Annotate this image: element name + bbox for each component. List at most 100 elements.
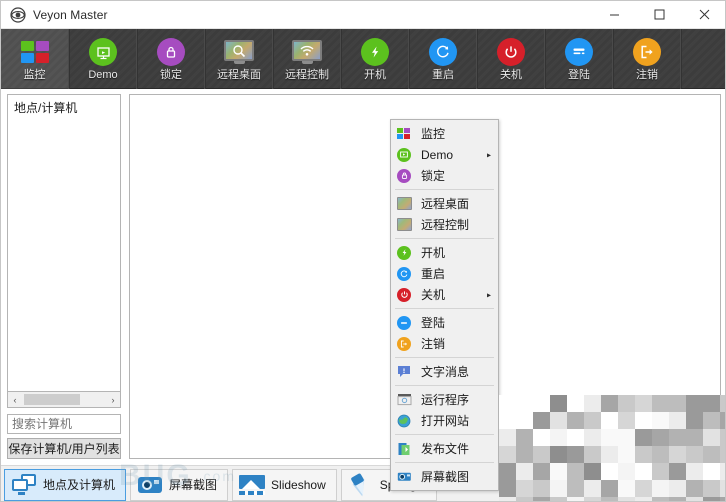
remote-desktop-icon: [224, 37, 254, 67]
camera-icon: [137, 473, 163, 497]
tab-label: 屏幕截图: [169, 478, 218, 492]
toolbar-item-demo[interactable]: Demo: [69, 29, 137, 89]
search-computer-input[interactable]: [7, 414, 121, 434]
open-website-icon: [396, 413, 412, 429]
menu-separator: [395, 238, 494, 239]
monitoring-grid-icon: [20, 37, 49, 67]
menu-item-label: 文字消息: [421, 365, 470, 379]
menu-item-login[interactable]: 登陆: [391, 312, 498, 333]
menu-item-label: 远程控制: [421, 218, 470, 232]
monitoring-grid-icon: [396, 126, 412, 142]
toolbar-item-power-on[interactable]: 开机: [341, 29, 409, 89]
window-controls: [592, 1, 725, 29]
demo-presentation-icon: [89, 37, 117, 67]
power-on-icon: [396, 245, 412, 261]
menu-separator: [395, 462, 494, 463]
menu-item-open-website[interactable]: 打开网站: [391, 410, 498, 431]
menu-item-run-program[interactable]: 运行程序: [391, 389, 498, 410]
scrollbar-thumb[interactable]: [24, 394, 80, 405]
menu-item-monitoring[interactable]: 监控: [391, 123, 498, 144]
toolbar-item-power-off[interactable]: 关机: [477, 29, 545, 89]
menu-item-label: 运行程序: [421, 393, 470, 407]
menu-item-label: 锁定: [421, 169, 446, 183]
menu-item-remote-control[interactable]: 远程控制: [391, 214, 498, 235]
locations-computers-tree[interactable]: 地点/计算机: [7, 94, 121, 404]
bottom-tab-bar: 地点及计算机 屏幕截图 Slideshow Spotlight: [1, 465, 725, 501]
menu-item-label: 屏幕截图: [421, 470, 470, 484]
logout-icon: [396, 336, 412, 352]
login-card-icon: [565, 37, 593, 67]
menu-item-power-on[interactable]: 开机: [391, 242, 498, 263]
tab-locations-computers[interactable]: 地点及计算机: [4, 468, 127, 501]
lock-icon: [157, 37, 185, 67]
demo-presentation-icon: [396, 147, 412, 163]
menu-separator: [395, 434, 494, 435]
menu-item-power-off[interactable]: 关机 ▸: [391, 284, 498, 305]
tab-screenshot[interactable]: 屏幕截图: [130, 468, 229, 501]
sidebar-horizontal-scrollbar[interactable]: ‹ ›: [7, 391, 121, 408]
tab-label: 地点及计算机: [43, 478, 116, 492]
toolbar-item-remote-control[interactable]: 远程控制: [273, 29, 341, 89]
menu-item-label: 远程桌面: [421, 197, 470, 211]
menu-separator: [395, 357, 494, 358]
toolbar-label: 重启: [432, 69, 454, 81]
menu-item-logout[interactable]: 注销: [391, 333, 498, 354]
scroll-right-arrow-icon[interactable]: ›: [106, 392, 120, 407]
monitors-icon: [11, 473, 37, 497]
menu-item-label: 重启: [421, 267, 446, 281]
context-menu[interactable]: 监控 Demo ▸ 锁定 远程桌面 远程控制 开机 重启 关机 ▸ 登陆 注销 …: [390, 119, 499, 491]
toolbar-label: 关机: [500, 69, 522, 81]
slideshow-icon: [239, 473, 266, 497]
menu-item-reboot[interactable]: 重启: [391, 263, 498, 284]
menu-item-lock[interactable]: 锁定: [391, 165, 498, 186]
toolbar-item-lock[interactable]: 锁定: [137, 29, 205, 89]
menu-item-label: 关机: [421, 288, 446, 302]
menu-separator: [395, 385, 494, 386]
remote-control-icon: [292, 37, 322, 67]
menu-item-label: 打开网站: [421, 414, 470, 428]
menu-item-publish-file[interactable]: 发布文件: [391, 438, 498, 459]
menu-separator: [395, 189, 494, 190]
power-off-icon: [497, 37, 525, 67]
lock-icon: [396, 168, 412, 184]
veyon-master-window: Veyon Master 监控 Demo 锁定 远程桌面 远程控制 开机 重启 …: [0, 0, 726, 502]
tab-label: Slideshow: [271, 477, 326, 492]
reboot-icon: [396, 266, 412, 282]
run-program-icon: [396, 392, 412, 408]
power-off-icon: [396, 287, 412, 303]
menu-item-screenshot[interactable]: 屏幕截图: [391, 466, 498, 487]
scrollbar-track[interactable]: [22, 392, 106, 407]
minimize-button[interactable]: [592, 1, 637, 29]
toolbar-item-remote-desktop[interactable]: 远程桌面: [205, 29, 273, 89]
publish-file-icon: [396, 441, 412, 457]
menu-item-remote-desktop[interactable]: 远程桌面: [391, 193, 498, 214]
toolbar-label: Demo: [88, 69, 118, 81]
toolbar-item-login[interactable]: 登陆: [545, 29, 613, 89]
toolbar-label: 开机: [364, 69, 386, 81]
login-card-icon: [396, 315, 412, 331]
close-button[interactable]: [682, 1, 725, 29]
toolbar-item-monitoring[interactable]: 监控: [1, 29, 69, 89]
toolbar-item-logout[interactable]: 注销: [613, 29, 681, 89]
toolbar-label: 监控: [23, 69, 46, 81]
menu-item-text-message[interactable]: 文字消息: [391, 361, 498, 382]
tab-slideshow[interactable]: Slideshow: [232, 468, 337, 501]
save-computer-user-list-button[interactable]: 保存计算机/用户列表: [7, 438, 121, 459]
maximize-button[interactable]: [637, 1, 682, 29]
menu-item-label: 注销: [421, 337, 446, 351]
scroll-left-arrow-icon[interactable]: ‹: [8, 392, 22, 407]
eye-icon: [9, 6, 26, 23]
title-bar: Veyon Master: [1, 1, 725, 29]
chevron-right-icon: ▸: [486, 150, 491, 159]
main-toolbar: 监控 Demo 锁定 远程桌面 远程控制 开机 重启 关机 登陆 注销: [1, 29, 725, 89]
toolbar-filler: [681, 29, 725, 88]
toolbar-label: 注销: [636, 69, 658, 81]
menu-item-demo[interactable]: Demo ▸: [391, 144, 498, 165]
menu-item-label: 开机: [421, 246, 446, 260]
toolbar-item-reboot[interactable]: 重启: [409, 29, 477, 89]
text-message-icon: [396, 364, 412, 380]
remote-control-icon: [396, 217, 412, 233]
chevron-right-icon: ▸: [486, 290, 491, 299]
toolbar-label: 远程控制: [285, 69, 329, 81]
menu-item-label: Demo: [421, 147, 454, 162]
